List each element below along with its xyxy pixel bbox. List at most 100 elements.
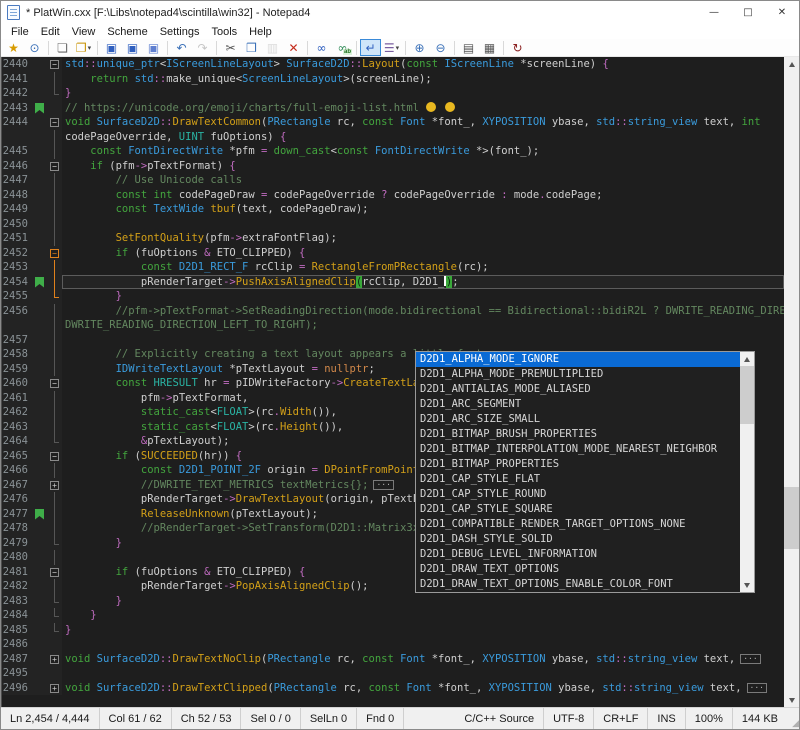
fold-collapse-icon[interactable]: − (50, 60, 59, 69)
fold-margin[interactable] (47, 623, 62, 638)
open-file-button[interactable]: ❐▾ (73, 39, 94, 56)
bookmark-margin[interactable] (33, 623, 47, 638)
reload-file-button[interactable]: ↻ (507, 39, 528, 56)
autocomplete-scrollbar[interactable] (740, 352, 754, 592)
code-text[interactable] (62, 637, 784, 652)
code-line[interactable]: 2442} (2, 86, 784, 101)
fold-collapse-icon[interactable]: − (50, 162, 59, 171)
fold-margin[interactable] (47, 188, 62, 203)
bookmark-margin[interactable] (33, 173, 47, 188)
fold-margin[interactable]: − (47, 159, 62, 174)
bookmark-margin[interactable] (33, 492, 47, 507)
fold-margin[interactable] (47, 362, 62, 377)
code-text[interactable]: const int codePageDraw = codePageOverrid… (62, 188, 784, 203)
line-number[interactable]: 2450 (2, 217, 33, 232)
resize-grip[interactable]: ◢ (787, 708, 799, 729)
line-number[interactable]: 2461 (2, 391, 33, 406)
fold-margin[interactable] (47, 318, 62, 333)
fold-margin[interactable] (47, 101, 62, 116)
autocomplete-item[interactable]: D2D1_BITMAP_PROPERTIES (416, 457, 740, 472)
line-number[interactable]: 2448 (2, 188, 33, 203)
vertical-scrollbar[interactable] (784, 57, 799, 707)
line-number[interactable]: 2454 (2, 275, 33, 290)
bookmark-margin[interactable] (33, 478, 47, 493)
bookmark-margin[interactable] (33, 652, 47, 667)
undo-button[interactable]: ↶ (171, 39, 192, 56)
code-text[interactable]: if (pfm->pTextFormat) { (62, 159, 784, 174)
line-number[interactable]: 2487 (2, 652, 33, 667)
autocomplete-item[interactable]: D2D1_ANTIALIAS_MODE_ALIASED (416, 382, 740, 397)
code-line[interactable]: 2441return std::make_unique<ScreenLineLa… (2, 72, 784, 87)
autocomplete-scroll-down-icon[interactable] (740, 578, 754, 592)
line-number[interactable]: 2496 (2, 681, 33, 696)
code-line[interactable]: 2495 (2, 666, 784, 681)
bookmark-margin[interactable] (33, 565, 47, 580)
view-panel-button[interactable]: ▦ (479, 39, 500, 56)
fold-expand-icon[interactable]: + (50, 655, 59, 664)
line-number[interactable]: 2465 (2, 449, 33, 464)
line-number[interactable]: 2452 (2, 246, 33, 261)
autocomplete-item[interactable]: D2D1_BITMAP_BRUSH_PROPERTIES (416, 427, 740, 442)
bookmark-margin[interactable] (33, 289, 47, 304)
bookmark-margin[interactable] (33, 376, 47, 391)
line-number[interactable]: 2479 (2, 536, 33, 551)
bookmark-margin[interactable] (33, 144, 47, 159)
code-line[interactable]: 2487 +void SurfaceD2D::DrawTextNoClip(PRe… (2, 652, 784, 667)
fold-margin[interactable] (47, 420, 62, 435)
code-text[interactable]: void SurfaceD2D::DrawTextClipped(PRectan… (62, 681, 784, 696)
bookmark-margin[interactable] (33, 86, 47, 101)
line-number[interactable]: 2483 (2, 594, 33, 609)
code-line[interactable]: 2447// Use Unicode calls (2, 173, 784, 188)
zoom-out-button[interactable]: ⊖ (430, 39, 451, 56)
bookmark-margin[interactable] (33, 579, 47, 594)
line-number[interactable]: 2481 (2, 565, 33, 580)
code-text[interactable]: const TextWide tbuf(text, codePageDraw); (62, 202, 784, 217)
autocomplete-item[interactable]: D2D1_COMPATIBLE_RENDER_TARGET_OPTIONS_NO… (416, 517, 740, 532)
bookmark-margin[interactable] (33, 318, 47, 333)
replace-button[interactable]: ∞ab (332, 39, 353, 56)
menu-view[interactable]: View (66, 26, 102, 38)
fold-margin[interactable] (47, 492, 62, 507)
line-number[interactable]: 2484 (2, 608, 33, 623)
code-text[interactable]: void SurfaceD2D::DrawTextNoClip(PRectang… (62, 652, 784, 667)
fold-margin[interactable]: + (47, 652, 62, 667)
fold-collapse-icon[interactable]: − (50, 118, 59, 127)
fold-expand-icon[interactable]: + (50, 481, 59, 490)
autocomplete-scroll-thumb[interactable] (740, 366, 754, 424)
line-number[interactable]: 2476 (2, 492, 33, 507)
code-line[interactable]: 2485} (2, 623, 784, 638)
code-line[interactable]: 2446−if (pfm->pTextFormat) { (2, 159, 784, 174)
code-line[interactable]: 2444−void SurfaceD2D::DrawTextCommon(PRe… (2, 115, 784, 130)
line-number[interactable]: 2455 (2, 289, 33, 304)
fold-margin[interactable] (47, 72, 62, 87)
autocomplete-item[interactable]: D2D1_DRAW_TEXT_OPTIONS (416, 562, 740, 577)
bookmark-margin[interactable] (33, 260, 47, 275)
code-line[interactable]: codePageOverride, UINT fuOptions) { (2, 130, 784, 145)
bookmark-margin[interactable] (33, 594, 47, 609)
fold-collapse-icon[interactable]: − (50, 452, 59, 461)
code-line[interactable]: 2456//pfm->pTextFormat->SetReadingDirect… (2, 304, 784, 319)
menu-file[interactable]: File (5, 26, 35, 38)
code-line[interactable]: 2496+void SurfaceD2D::DrawTextClipped(PR… (2, 681, 784, 696)
bookmark-margin[interactable] (33, 550, 47, 565)
status-line-col[interactable]: Ln 2,454 / 4,444 (1, 708, 100, 729)
code-text[interactable] (62, 333, 784, 348)
line-number[interactable]: 2482 (2, 579, 33, 594)
cut-button[interactable]: ✂ (220, 39, 241, 56)
fold-margin[interactable] (47, 347, 62, 362)
save-copy-button[interactable]: ▣ (143, 39, 164, 56)
bookmark-margin[interactable] (33, 434, 47, 449)
scheme-config-button[interactable]: ☰▾ (381, 39, 402, 56)
code-text[interactable]: pRenderTarget->PushAxisAlignedClip(rcCli… (62, 275, 784, 290)
bookmark-margin[interactable] (33, 362, 47, 377)
status-scheme[interactable]: C/C++ Source (455, 708, 544, 729)
maximize-button[interactable]: □ (731, 1, 765, 24)
fold-margin[interactable] (47, 550, 62, 565)
bookmark-margin[interactable] (33, 275, 47, 290)
menu-edit[interactable]: Edit (35, 26, 66, 38)
save-as-button[interactable]: ▣ (122, 39, 143, 56)
status-column[interactable]: Col 61 / 62 (100, 708, 172, 729)
code-line[interactable]: 2453const D2D1_RECT_F rcClip = Rectangle… (2, 260, 784, 275)
line-number[interactable]: 2445 (2, 144, 33, 159)
code-text[interactable]: } (62, 608, 784, 623)
